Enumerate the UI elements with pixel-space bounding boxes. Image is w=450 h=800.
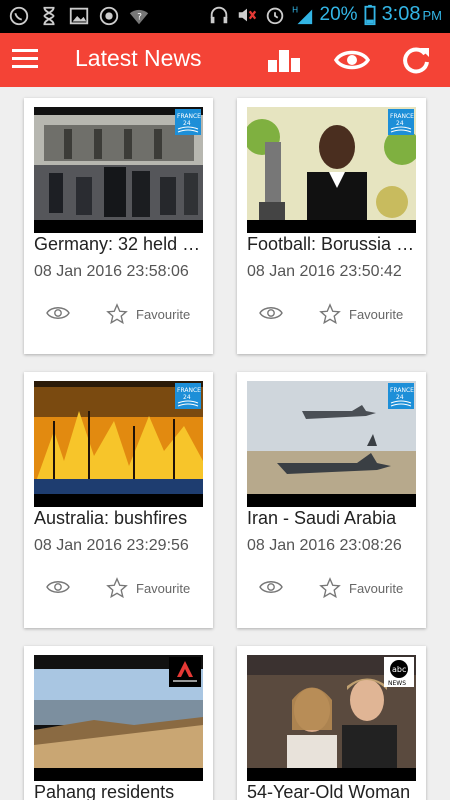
- france24-logo-icon: FRANCE24: [175, 383, 201, 409]
- news-date: 08 Jan 2016 23:29:56: [34, 537, 189, 554]
- news-card[interactable]: FRANCE 24 Australia: bushfires 08 Jan 201…: [24, 372, 213, 628]
- gallery-icon: [69, 7, 89, 25]
- news-thumbnail[interactable]: FRANCE 24: [247, 381, 416, 507]
- app-bar: Latest News: [0, 33, 450, 87]
- news-card[interactable]: Pahang residents: [24, 646, 213, 800]
- star-icon: [106, 303, 128, 325]
- whatsapp-icon: [9, 6, 29, 26]
- favourite-label: Favourite: [349, 580, 404, 596]
- hourglass-icon: [43, 6, 55, 26]
- news-headline[interactable]: Pahang residents: [34, 782, 206, 800]
- news-date: 08 Jan 2016 23:08:26: [247, 537, 402, 554]
- news-thumbnail[interactable]: FRANCE 24: [247, 107, 416, 233]
- news-card[interactable]: FRANCE24 Germany: 32 held over Cologne a…: [24, 98, 213, 354]
- france24-logo-icon: FRANCE24: [388, 109, 414, 135]
- eye-icon: [334, 50, 370, 70]
- svg-text:FRANCE: FRANCE: [177, 113, 201, 120]
- svg-text:?: ?: [137, 12, 142, 23]
- status-bar: ? H 20% 3:08 PM: [0, 0, 450, 33]
- eye-icon[interactable]: [46, 305, 70, 321]
- svg-text:H: H: [292, 4, 298, 14]
- clock: 3:08 PM: [382, 3, 442, 26]
- favourite-button[interactable]: Favourite: [106, 577, 190, 599]
- watched-button[interactable]: [334, 43, 370, 77]
- battery-icon: [364, 4, 376, 25]
- eye-icon[interactable]: [259, 305, 283, 321]
- news-headline[interactable]: 54-Year-Old Woman: [247, 782, 419, 800]
- news-card[interactable]: abc NEWS 54-Year-Old Woman: [237, 646, 426, 800]
- news-thumbnail[interactable]: FRANCE 24: [34, 381, 203, 507]
- svg-text:24: 24: [396, 394, 404, 401]
- favourite-button[interactable]: Favourite: [319, 577, 403, 599]
- eye-icon[interactable]: [46, 579, 70, 595]
- eye-icon[interactable]: [259, 579, 283, 595]
- svg-text:24: 24: [183, 120, 191, 127]
- wifi-question-icon: ?: [129, 9, 149, 25]
- svg-text:abc: abc: [392, 665, 406, 674]
- svg-text:24: 24: [183, 394, 191, 401]
- mute-icon: [238, 8, 256, 21]
- svg-text:FRANCE: FRANCE: [177, 387, 201, 394]
- star-icon: [106, 577, 128, 599]
- france24-logo-icon: FRANCE24: [388, 383, 414, 409]
- favourite-button[interactable]: Favourite: [319, 303, 403, 325]
- favourite-label: Favourite: [136, 580, 191, 596]
- channel-newsasia-logo-icon: [169, 657, 201, 687]
- news-card[interactable]: FRANCE24 Football: Borussia Dortmund's A…: [237, 98, 426, 354]
- svg-text:FRANCE: FRANCE: [390, 387, 414, 394]
- bar-chart-icon: [268, 50, 300, 72]
- news-headline[interactable]: Germany: 32 held over Cologne attacks: [34, 234, 206, 255]
- news-date: 08 Jan 2016 23:58:06: [34, 263, 189, 280]
- france24-logo-icon: FRANCE24: [175, 109, 201, 135]
- alarm-icon: [266, 7, 283, 24]
- svg-text:24: 24: [396, 120, 404, 127]
- notification-icons: ?: [8, 5, 150, 27]
- news-headline[interactable]: Football: Borussia Dortmund's Aubameyang: [247, 234, 419, 255]
- favourite-label: Favourite: [136, 306, 191, 322]
- clock-ampm: PM: [422, 8, 443, 23]
- news-thumbnail[interactable]: abc NEWS: [247, 655, 416, 781]
- signal-icon: H: [292, 4, 312, 24]
- refresh-icon: [403, 47, 429, 74]
- news-card[interactable]: FRANCE 24 Iran - Saudi Arabia 08 Jan 2016…: [237, 372, 426, 628]
- headphones-icon: [210, 6, 227, 23]
- news-headline[interactable]: Australia: bushfires: [34, 508, 206, 529]
- app-notification-icon: [99, 6, 119, 26]
- refresh-button[interactable]: [398, 43, 434, 77]
- star-icon: [319, 303, 341, 325]
- news-thumbnail[interactable]: FRANCE 24: [34, 107, 203, 233]
- favourite-label: Favourite: [349, 306, 404, 322]
- news-thumbnail[interactable]: [34, 655, 203, 781]
- stats-button[interactable]: [266, 43, 302, 77]
- system-icons: H 20% 3:08 PM: [208, 3, 442, 26]
- svg-text:FRANCE: FRANCE: [390, 113, 414, 120]
- svg-text:NEWS: NEWS: [388, 680, 406, 687]
- clock-time: 3:08: [381, 3, 421, 25]
- star-icon: [319, 577, 341, 599]
- abc-news-logo-icon: abc NEWS: [384, 657, 414, 687]
- news-headline[interactable]: Iran - Saudi Arabia: [247, 508, 419, 529]
- page-title: Latest News: [75, 45, 202, 71]
- menu-icon[interactable]: [12, 47, 38, 69]
- news-date: 08 Jan 2016 23:50:42: [247, 263, 402, 280]
- favourite-button[interactable]: Favourite: [106, 303, 190, 325]
- battery-percent: 20%: [319, 3, 358, 25]
